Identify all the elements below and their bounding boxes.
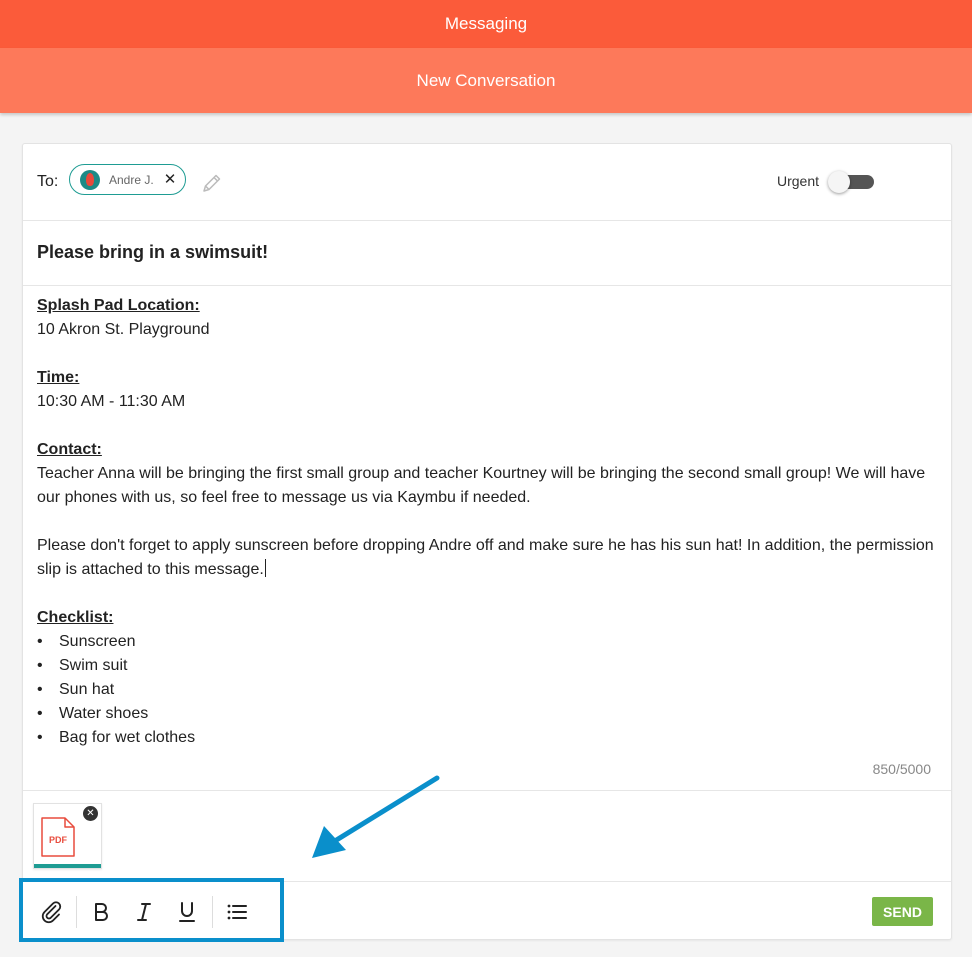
contact-text-line2: our phones with us, so feel free to mess…: [37, 489, 531, 506]
compose-card: To: Andre J. ✕ Urgent Please bring in a …: [22, 143, 952, 940]
checklist: Sunscreen Swim suit Sun hat Water shoes …: [37, 630, 937, 750]
send-button[interactable]: SEND: [872, 897, 933, 926]
page-header: New Conversation: [0, 48, 972, 113]
location-heading: Splash Pad Location:: [37, 297, 200, 314]
pencil-icon[interactable]: [200, 171, 224, 195]
reminder-text-line2: slip is attached to this message.: [37, 558, 937, 582]
checklist-heading: Checklist:: [37, 609, 114, 626]
recipients-row: To: Andre J. ✕ Urgent: [23, 144, 951, 221]
attachments-row: PDF ✕: [23, 790, 951, 882]
urgent-label: Urgent: [777, 173, 820, 189]
time-heading: Time:: [37, 369, 80, 386]
contact-heading: Contact:: [37, 441, 102, 458]
subject-row[interactable]: Please bring in a swimsuit!: [23, 221, 951, 286]
location-value: 10 Akron St. Playground: [37, 321, 210, 338]
toolbar-highlight-box: [19, 878, 284, 942]
character-counter: 850/5000: [872, 761, 931, 777]
pdf-file-icon: PDF: [41, 817, 75, 862]
to-label: To:: [37, 173, 59, 190]
message-body[interactable]: Splash Pad Location: 10 Akron St. Playgr…: [37, 294, 937, 750]
avatar: [80, 169, 100, 190]
text-cursor: [264, 559, 266, 577]
reminder-text: slip is attached to this message.: [37, 561, 264, 578]
subject-field[interactable]: Please bring in a swimsuit!: [37, 242, 268, 263]
time-value: 10:30 AM - 11:30 AM: [37, 393, 186, 410]
toggle-knob[interactable]: [828, 171, 850, 193]
pdf-label: PDF: [49, 835, 68, 845]
page-title: New Conversation: [416, 70, 556, 90]
pointer-arrow-icon: [300, 770, 450, 870]
recipient-name: Andre J.: [109, 172, 154, 187]
list-item: Swim suit: [37, 654, 937, 678]
remove-attachment-icon[interactable]: ✕: [83, 806, 98, 821]
upload-progress-bar: [34, 864, 101, 868]
reminder-text-line1: Please don't forget to apply sunscreen b…: [37, 537, 934, 554]
list-item: Sun hat: [37, 678, 937, 702]
contact-text-line1: Teacher Anna will be bringing the first …: [37, 465, 926, 482]
list-item: Sunscreen: [37, 630, 937, 654]
remove-recipient-icon[interactable]: ✕: [164, 172, 177, 187]
app-title: Messaging: [444, 14, 528, 33]
list-item: Bag for wet clothes: [37, 726, 937, 750]
attachment-pdf[interactable]: PDF ✕: [33, 803, 102, 869]
recipient-chip[interactable]: Andre J. ✕: [69, 164, 186, 195]
urgent-toggle[interactable]: [828, 171, 875, 193]
app-title-bar: Messaging: [0, 0, 972, 48]
list-item: Water shoes: [37, 702, 937, 726]
